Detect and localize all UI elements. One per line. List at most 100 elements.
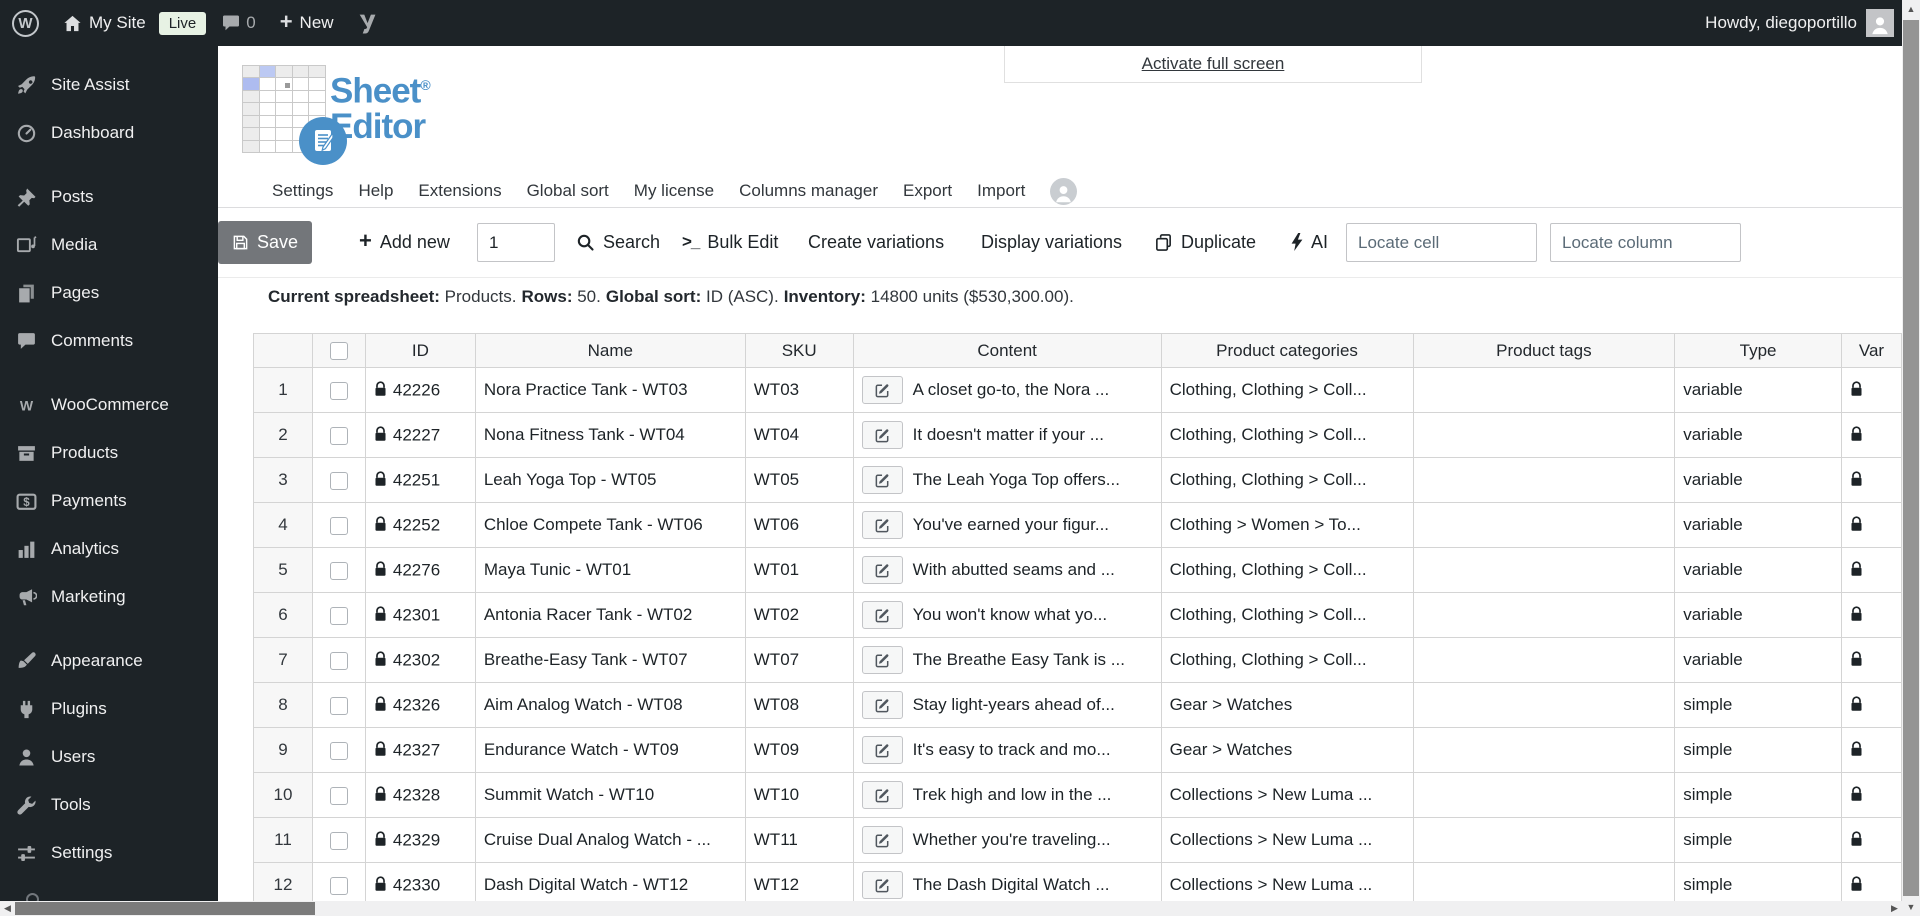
edit-content-button[interactable] [861,421,903,449]
tags-cell[interactable] [1412,727,1676,773]
menu-item-global-sort[interactable]: Global sort [527,181,609,201]
row-number[interactable]: 3 [253,457,313,503]
horizontal-scrollbar[interactable]: ◀ ▶ [0,901,1902,916]
content-cell[interactable]: Stay light-years ahead of... [852,682,1162,728]
yoast-icon[interactable] [356,13,377,34]
row-number[interactable]: 9 [253,727,313,773]
row-number[interactable]: 2 [253,412,313,458]
content-cell[interactable]: You won't know what yo... [852,592,1162,638]
content-cell[interactable]: It's easy to track and mo... [852,727,1162,773]
admin-bar-my-site[interactable]: My Site [63,13,146,33]
rows-to-add-input[interactable] [477,223,555,262]
menu-item-help[interactable]: Help [358,181,393,201]
id-cell[interactable]: 42226 [364,367,476,413]
id-cell[interactable]: 42329 [364,817,476,863]
sidebar-item-comments[interactable]: Comments [0,317,218,365]
tags-cell[interactable] [1412,502,1676,548]
type-cell[interactable]: simple [1674,817,1842,863]
row-checkbox[interactable] [329,651,348,670]
sidebar-item-pages[interactable]: Pages [0,269,218,317]
content-cell[interactable]: The Breathe Easy Tank is ... [852,637,1162,683]
name-cell[interactable]: Maya Tunic - WT01 [474,547,746,593]
row-checkbox[interactable] [329,426,348,445]
categories-cell[interactable]: Clothing, Clothing > Coll... [1160,457,1414,503]
tags-cell[interactable] [1412,637,1676,683]
categories-cell[interactable]: Clothing, Clothing > Coll... [1160,547,1414,593]
variations-cell[interactable] [1840,592,1902,638]
variations-cell[interactable] [1840,502,1902,548]
name-cell[interactable]: Aim Analog Watch - WT08 [474,682,746,728]
horizontal-scrollbar-thumb[interactable] [15,902,315,915]
scroll-right-arrow-icon[interactable]: ▶ [1887,901,1902,916]
sidebar-item-users[interactable]: Users [0,733,218,781]
sidebar-item-products[interactable]: Products [0,429,218,477]
edit-content-button[interactable] [861,376,903,404]
sidebar-item-marketing[interactable]: Marketing [0,573,218,621]
locate-cell-input[interactable] [1346,223,1537,262]
row-checkbox[interactable] [329,471,348,490]
scroll-left-arrow-icon[interactable]: ◀ [0,901,15,916]
edit-content-button[interactable] [861,601,903,629]
tags-cell[interactable] [1412,817,1676,863]
id-cell[interactable]: 42326 [364,682,476,728]
row-select-cell[interactable] [311,727,366,773]
sidebar-item-settings[interactable]: Settings [0,829,218,877]
name-cell[interactable]: Leah Yoga Top - WT05 [474,457,746,503]
column-header-product-categories[interactable]: Product categories [1160,333,1414,368]
content-cell[interactable]: The Leah Yoga Top offers... [852,457,1162,503]
id-cell[interactable]: 42327 [364,727,476,773]
row-select-cell[interactable] [311,367,366,413]
variations-cell[interactable] [1840,457,1902,503]
edit-content-button[interactable] [861,781,903,809]
account-icon[interactable] [1050,177,1078,205]
search-button[interactable]: Search [576,221,660,263]
row-number[interactable]: 5 [253,547,313,593]
tags-cell[interactable] [1412,592,1676,638]
admin-bar-comments[interactable]: 0 [221,13,256,33]
sidebar-item-site-assist[interactable]: Site Assist [0,61,218,109]
variations-cell[interactable] [1840,367,1902,413]
edit-content-button[interactable] [861,556,903,584]
column-header-type[interactable]: Type [1674,333,1842,368]
row-checkbox[interactable] [329,786,348,805]
categories-cell[interactable]: Clothing, Clothing > Coll... [1160,592,1414,638]
tags-cell[interactable] [1412,547,1676,593]
content-cell[interactable]: Trek high and low in the ... [852,772,1162,818]
sku-cell[interactable]: WT04 [744,412,854,458]
categories-cell[interactable]: Clothing, Clothing > Coll... [1160,412,1414,458]
id-cell[interactable]: 42301 [364,592,476,638]
sidebar-item-payments[interactable]: $ Payments [0,477,218,525]
categories-cell[interactable]: Clothing, Clothing > Coll... [1160,367,1414,413]
column-header-var[interactable]: Var [1840,333,1902,368]
tags-cell[interactable] [1412,457,1676,503]
row-checkbox[interactable] [329,561,348,580]
categories-cell[interactable]: Collections > New Luma ... [1160,772,1414,818]
type-cell[interactable]: variable [1674,502,1842,548]
row-number[interactable]: 7 [253,637,313,683]
menu-item-settings[interactable]: Settings [272,181,333,201]
column-header-product-tags[interactable]: Product tags [1412,333,1676,368]
sku-cell[interactable]: WT08 [744,682,854,728]
name-cell[interactable]: Summit Watch - WT10 [474,772,746,818]
edit-content-button[interactable] [861,736,903,764]
howdy-label[interactable]: Howdy, diegoportillo [1705,13,1857,33]
tags-cell[interactable] [1412,682,1676,728]
variations-cell[interactable] [1840,682,1902,728]
row-number[interactable]: 1 [253,367,313,413]
edit-content-button[interactable] [861,646,903,674]
row-number[interactable]: 10 [253,772,313,818]
name-cell[interactable]: Nora Practice Tank - WT03 [474,367,746,413]
column-header-name[interactable]: Name [474,333,746,368]
tags-cell[interactable] [1412,412,1676,458]
type-cell[interactable]: variable [1674,637,1842,683]
edit-content-button[interactable] [861,691,903,719]
row-checkbox[interactable] [329,606,348,625]
row-checkbox[interactable] [329,831,348,850]
menu-item-extensions[interactable]: Extensions [418,181,501,201]
row-number[interactable]: 6 [253,592,313,638]
categories-cell[interactable]: Gear > Watches [1160,682,1414,728]
row-select-cell[interactable] [311,772,366,818]
variations-cell[interactable] [1840,637,1902,683]
content-cell[interactable]: Whether you're traveling... [852,817,1162,863]
name-cell[interactable]: Nona Fitness Tank - WT04 [474,412,746,458]
